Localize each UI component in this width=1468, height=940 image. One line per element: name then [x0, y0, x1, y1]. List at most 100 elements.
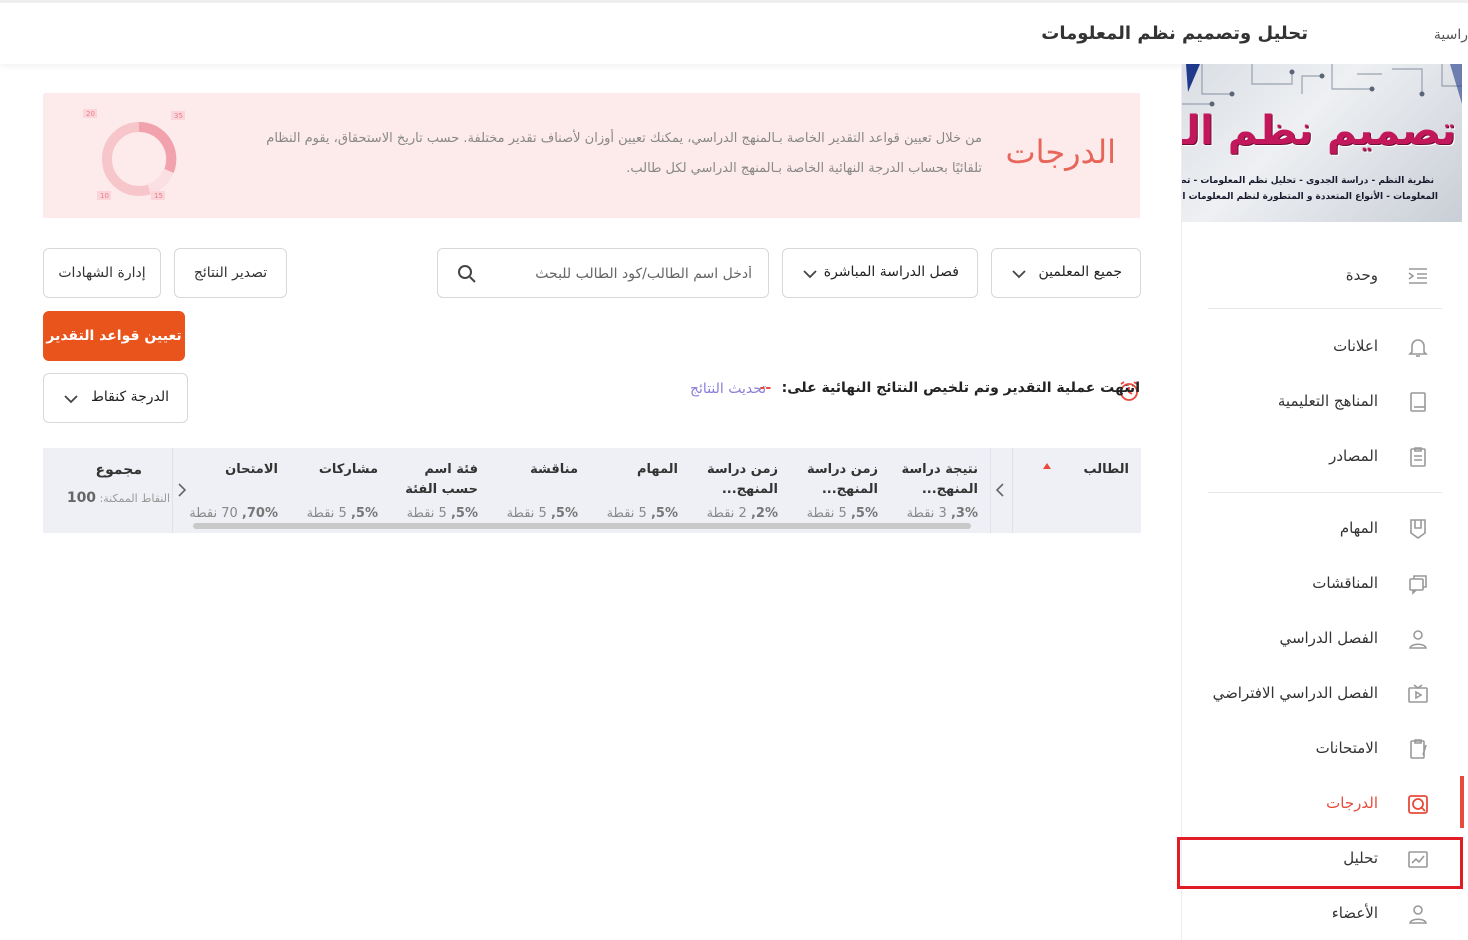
grades-icon [1408, 795, 1428, 814]
grades-banner: الدرجات من خلال تعيين قواعد التقدير الخا… [43, 93, 1140, 218]
sidebar-item-label: المناقشات [1312, 574, 1378, 592]
sidebar-item-label: الفصل الدراسي [1279, 629, 1378, 647]
page-title: الدرجات [1005, 133, 1116, 171]
list-indent-icon [1408, 268, 1427, 284]
donut-label: 20 [86, 110, 95, 118]
course-title: تحليل وتصميم نظم المعلومات [1041, 23, 1308, 44]
chevron-left-icon[interactable] [993, 482, 1007, 498]
sidebar-item-tasks[interactable]: المهام [1180, 509, 1430, 549]
bell-icon [1408, 339, 1428, 357]
column-points: 5%, 5 نقطة [806, 506, 878, 521]
sidebar-item-class[interactable]: الفصل الدراسي [1180, 619, 1430, 659]
sidebar-item-virtual-class[interactable]: الفصل الدراسي الافتراضي [1180, 674, 1430, 714]
sidebar-item-unit[interactable]: وحدة [1180, 256, 1430, 296]
book-icon [1410, 392, 1426, 412]
chevron-down-icon [64, 395, 78, 404]
sidebar-item-label: المهام [1339, 519, 1378, 537]
task-shield-icon [1410, 519, 1426, 539]
teachers-dropdown[interactable]: جميع المعلمين [991, 248, 1141, 298]
column-header-label: مناقشة [530, 462, 578, 477]
live-class-dropdown[interactable]: فصل الدراسة المباشرة [782, 248, 978, 298]
sidebar-divider [1208, 492, 1442, 493]
dropdown-value: فصل الدراسة المباشرة [823, 264, 959, 280]
search-input[interactable] [492, 263, 752, 285]
sidebar-item-members[interactable]: الأعضاء [1180, 894, 1430, 934]
chevron-down-icon [803, 270, 817, 279]
sidebar-item-exams[interactable]: الامتحانات [1180, 729, 1430, 769]
user-icon [1409, 630, 1427, 649]
resource-icon [1410, 447, 1426, 467]
top-header: تحليل وتصميم نظم المعلومات راسية [0, 0, 1468, 64]
manage-certificates-button[interactable]: إدارة الشهادات [43, 248, 161, 298]
chevron-right-icon[interactable] [175, 482, 189, 498]
donut-illustration: 20 35 20 15 10 [83, 109, 185, 200]
dropdown-value: الدرجة كنقاط [90, 389, 169, 405]
cover-subtitle-2: المعلومات - الأنواع المتعددة و المتطورة … [1182, 192, 1438, 202]
chevron-down-icon [1012, 270, 1026, 279]
grading-status: انتهت عملية التقدير وتم تلخيص النتائج ال… [760, 380, 1140, 396]
grades-table: الطالب نتيجة دراسة المنهج... 3%, 3 نقطة ز… [43, 448, 1141, 533]
column-points: 2%, 2 نقطة [706, 506, 778, 521]
sidebar-item-announcements[interactable]: اعلانات [1180, 327, 1430, 367]
total-column-header: مجموع النقاط الممكنة: 100 [43, 448, 173, 533]
sidebar-item-label: الأعضاء [1331, 904, 1378, 922]
cover-subtitle-1: نظرية النظم - دراسة الجدوى - تحليل نظم ا… [1182, 176, 1434, 186]
sidebar-item-grades[interactable]: الدرجات [1180, 784, 1430, 824]
column-points: 5%, 5 نقطة [606, 506, 678, 521]
sidebar-item-syllabus[interactable]: المناهج التعليمية [1180, 382, 1430, 422]
banner-description-line-2: تلقائيًا بحساب الدرجة النهائية الخاصة بـ… [626, 161, 982, 176]
column-header-label: زمن دراسة المنهج... [806, 462, 878, 497]
total-possible-points: النقاط الممكنة: 100 [66, 490, 170, 506]
grade-mode-dropdown[interactable]: الدرجة كنقاط [43, 373, 188, 423]
table-divider [990, 448, 991, 533]
column-points: 5%, 5 نقطة [306, 506, 378, 521]
highlight-box [1177, 837, 1463, 889]
student-search[interactable] [437, 248, 769, 298]
column-points: 70%, 70 نقطة [189, 506, 278, 521]
search-icon[interactable] [456, 263, 478, 285]
sort-up-icon[interactable] [1041, 460, 1053, 472]
grade-category-column: نتيجة دراسة المنهج... 3%, 3 نقطة [888, 448, 988, 533]
grade-category-column: الامتحان 70%, 70 نقطة [188, 448, 288, 533]
sidebar-item-label: الفصل الدراسي الافتراضي [1212, 684, 1378, 702]
grade-category-column: زمن دراسة المنهج... 2%, 2 نقطة [688, 448, 788, 533]
grade-category-column: فئة اسم حسب الفئة 5%, 5 نقطة [388, 448, 488, 533]
column-header-label: مجموع [95, 462, 142, 478]
donut-label: 10 [100, 192, 109, 200]
sidebar-item-label: الامتحانات [1315, 739, 1378, 757]
column-header-label: مشاركات [318, 462, 378, 477]
course-cover-image: تصميم نظم المعلومات نظرية النظم - دراسة … [1182, 64, 1462, 222]
refresh-results-link[interactable]: تحديث النتائج [690, 381, 766, 397]
column-header-label: الامتحان [225, 462, 278, 477]
column-header-label: نتيجة دراسة المنهج... [901, 462, 978, 497]
export-results-button[interactable]: تصدير النتائج [174, 248, 287, 298]
column-header-label: فئة اسم حسب الفئة [405, 462, 478, 497]
grade-category-column: المهام 5%, 5 نقطة [588, 448, 688, 533]
video-icon [1408, 684, 1428, 703]
column-header-label: الطالب [1083, 462, 1129, 477]
column-points: 5%, 5 نقطة [406, 506, 478, 521]
sidebar: تصميم نظم المعلومات نظرية النظم - دراسة … [1177, 64, 1468, 940]
column-points: 3%, 3 نقطة [906, 506, 978, 521]
column-points: 5%, 5 نقطة [506, 506, 578, 521]
grade-category-column: مناقشة 5%, 5 نقطة [488, 448, 588, 533]
column-header-label: المهام [636, 462, 678, 477]
breadcrumb[interactable]: راسية [1434, 27, 1468, 43]
sidebar-divider [1208, 308, 1442, 309]
donut-label: 35 [174, 112, 183, 120]
clipboard-icon [1410, 739, 1427, 759]
assign-grading-rules-button[interactable]: تعيين قواعد التقدير [43, 311, 185, 361]
discussion-icon [1409, 575, 1427, 595]
members-icon [1409, 905, 1427, 924]
status-text: انتهت عملية التقدير وتم تلخيص النتائج ال… [781, 380, 1140, 396]
banner-description-line-1: من خلال تعيين قواعد التقدير الخاصة بـالم… [266, 131, 982, 146]
cover-title: تصميم نظم المعلومات [1182, 108, 1457, 154]
grade-category-column: مشاركات 5%, 5 نقطة [288, 448, 388, 533]
student-column-header: الطالب [1012, 448, 1141, 533]
sidebar-item-label: اعلانات [1333, 337, 1378, 355]
column-header-label: زمن دراسة المنهج... [706, 462, 778, 497]
sidebar-item-label: الدرجات [1326, 794, 1378, 812]
horizontal-scrollbar[interactable] [193, 523, 971, 529]
sidebar-item-resources[interactable]: المصادر [1180, 437, 1430, 477]
sidebar-item-discussions[interactable]: المناقشات [1180, 564, 1430, 604]
